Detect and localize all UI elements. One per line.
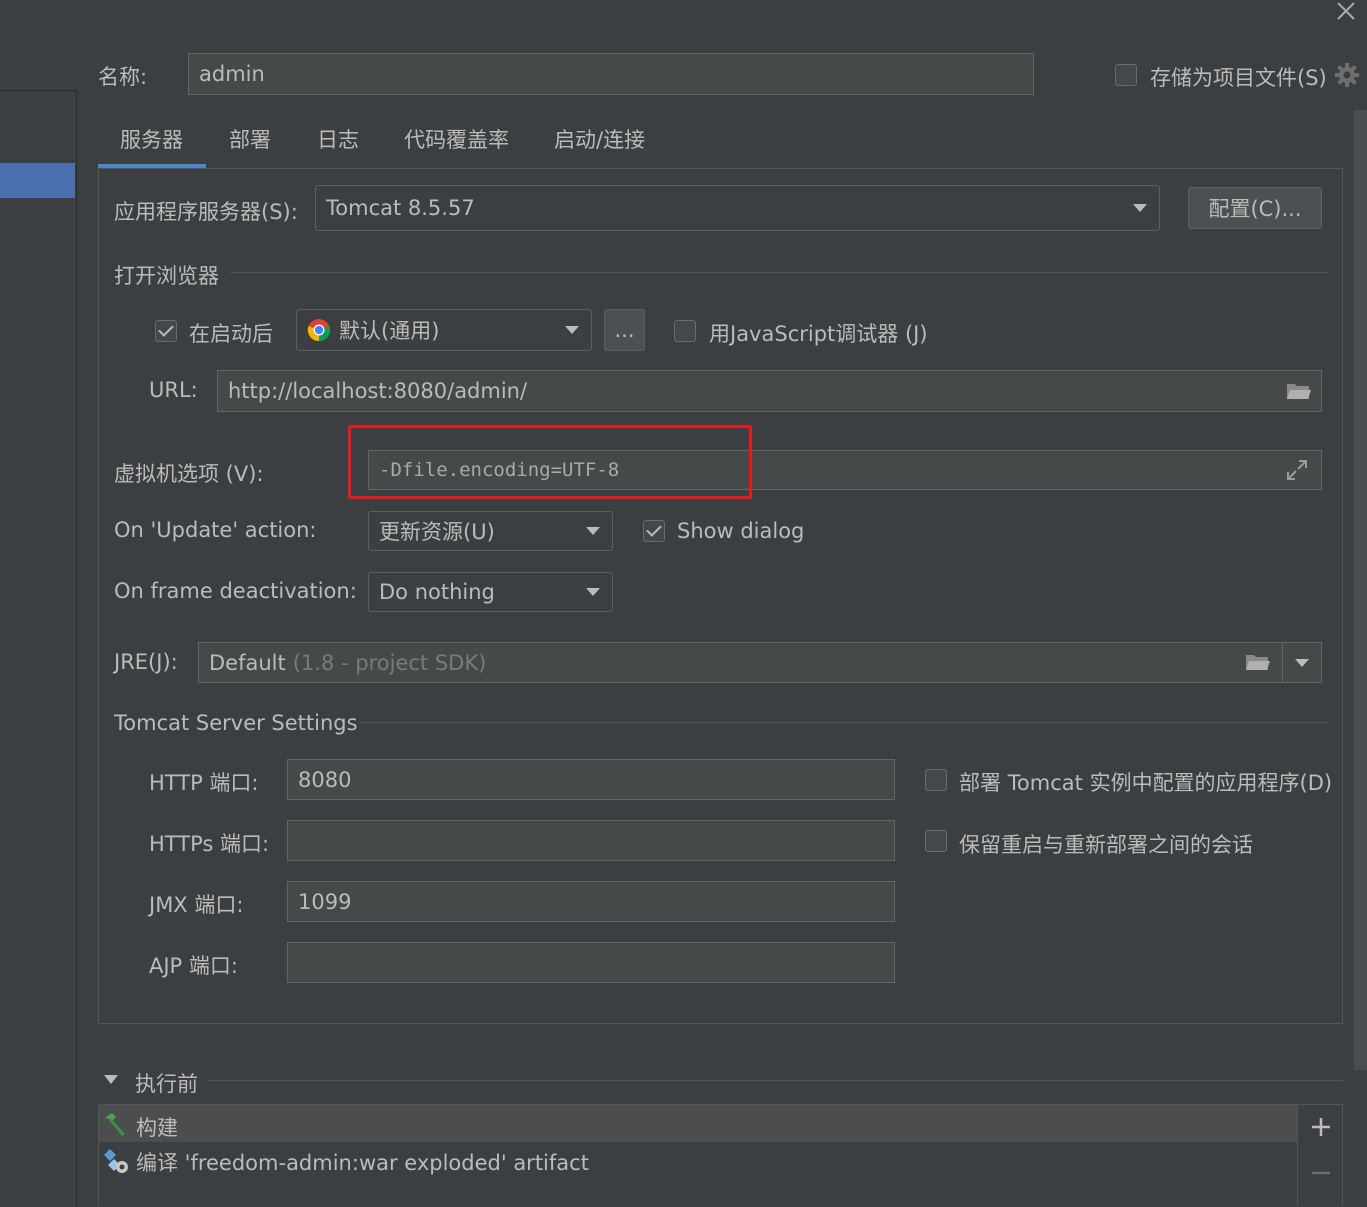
deploy-apps-checkbox[interactable] (925, 769, 947, 791)
jre-dropdown-button[interactable] (1283, 643, 1321, 682)
jre-hint: (1.8 - project SDK) (292, 650, 487, 675)
jre-label: JRE(J): (114, 650, 178, 674)
on-frame-deactivation-dropdown[interactable]: Do nothing (368, 572, 613, 612)
js-debugger-label: 用JavaScript调试器 (J) (709, 322, 928, 346)
deploy-apps-label: 部署 Tomcat 实例中配置的应用程序(D) (959, 771, 1333, 795)
url-label: URL: (149, 378, 198, 402)
browser-dropdown[interactable]: 默认(通用) (296, 309, 592, 351)
browse-browsers-button[interactable]: ... (604, 309, 645, 351)
url-field[interactable]: http://localhost:8080/admin/ (217, 370, 1322, 412)
close-icon[interactable] (1333, 0, 1357, 24)
tab-deployment[interactable]: 部署 (229, 124, 271, 154)
store-as-project-file-label: 存储为项目文件(S) (1150, 66, 1327, 90)
on-update-value: 更新资源(U) (379, 520, 495, 544)
jre-field[interactable]: Default (1.8 - project SDK) (198, 642, 1322, 683)
open-browser-separator (230, 272, 1328, 273)
hammer-icon (102, 1112, 128, 1138)
name-field[interactable]: admin (188, 53, 1034, 95)
jmx-port-field[interactable]: 1099 (287, 881, 895, 922)
chevron-down-icon (565, 326, 579, 334)
open-browser-title: 打开浏览器 (114, 264, 219, 288)
collapse-triangle-icon[interactable] (104, 1075, 118, 1084)
artifact-icon (102, 1147, 130, 1175)
left-panel-border (0, 90, 77, 1207)
folder-icon[interactable] (1286, 381, 1312, 401)
on-frame-deactivation-value: Do nothing (379, 580, 495, 604)
preserve-sessions-checkbox[interactable] (925, 830, 947, 852)
after-launch-label: 在启动后 (189, 322, 273, 346)
http-port-field[interactable]: 8080 (287, 759, 895, 800)
https-port-label: HTTPs 端口: (149, 832, 270, 856)
folder-icon[interactable] (1245, 652, 1271, 672)
chevron-down-icon (586, 527, 600, 535)
tab-code-coverage[interactable]: 代码覆盖率 (404, 124, 509, 154)
ajp-port-field[interactable] (287, 942, 895, 983)
show-dialog-label: Show dialog (677, 519, 805, 543)
gear-icon[interactable] (1334, 62, 1360, 88)
tab-server[interactable]: 服务器 (120, 124, 183, 154)
tab-logs[interactable]: 日志 (317, 124, 359, 154)
jmx-port-label: JMX 端口: (149, 893, 244, 917)
app-server-dropdown[interactable]: Tomcat 8.5.57 (315, 185, 1160, 231)
name-label: 名称: (98, 65, 148, 89)
highlight-box (348, 425, 752, 499)
scrollbar[interactable] (1354, 110, 1367, 1070)
js-debugger-checkbox[interactable] (674, 320, 696, 342)
url-value: http://localhost:8080/admin/ (228, 379, 528, 403)
http-port-label: HTTP 端口: (149, 771, 259, 795)
after-launch-checkbox[interactable] (155, 320, 177, 342)
chevron-down-icon (1133, 204, 1147, 212)
before-launch-title: 执行前 (135, 1072, 198, 1096)
expand-icon[interactable] (1286, 459, 1308, 481)
chevron-down-icon (586, 588, 600, 596)
on-frame-deactivation-label: On frame deactivation: (114, 579, 357, 603)
before-launch-separator (208, 1080, 1343, 1081)
on-update-dropdown[interactable]: 更新资源(U) (368, 511, 613, 551)
jre-value: Default (209, 650, 286, 675)
remove-icon[interactable] (1310, 1162, 1332, 1184)
chrome-icon (307, 318, 331, 342)
app-server-label: 应用程序服务器(S): (114, 200, 298, 224)
add-icon[interactable] (1310, 1116, 1332, 1138)
store-as-project-file-checkbox[interactable] (1115, 64, 1137, 86)
configure-button[interactable]: 配置(C)... (1188, 187, 1322, 229)
tomcat-settings-separator (358, 722, 1328, 723)
preserve-sessions-label: 保留重启与重新部署之间的会话 (959, 833, 1253, 857)
chevron-down-icon (1295, 658, 1309, 667)
before-launch-toolbar-divider (1297, 1105, 1298, 1206)
https-port-field[interactable] (287, 820, 895, 861)
vm-options-label: 虚拟机选项 (V): (114, 462, 264, 486)
list-item-artifact[interactable]: 编译 'freedom-admin:war exploded' artifact (136, 1147, 589, 1177)
ajp-port-label: AJP 端口: (149, 954, 238, 978)
list-item-build[interactable]: 构建 (136, 1112, 178, 1142)
browser-value: 默认(通用) (339, 319, 440, 343)
show-dialog-checkbox[interactable] (643, 520, 665, 542)
tomcat-settings-title: Tomcat Server Settings (114, 711, 358, 735)
left-panel-selected-item[interactable] (0, 163, 75, 198)
before-launch-list-selected-row[interactable] (99, 1105, 1297, 1142)
app-server-value: Tomcat 8.5.57 (326, 196, 475, 220)
on-update-label: On 'Update' action: (114, 518, 317, 542)
tab-startup-connection[interactable]: 启动/连接 (554, 124, 645, 154)
